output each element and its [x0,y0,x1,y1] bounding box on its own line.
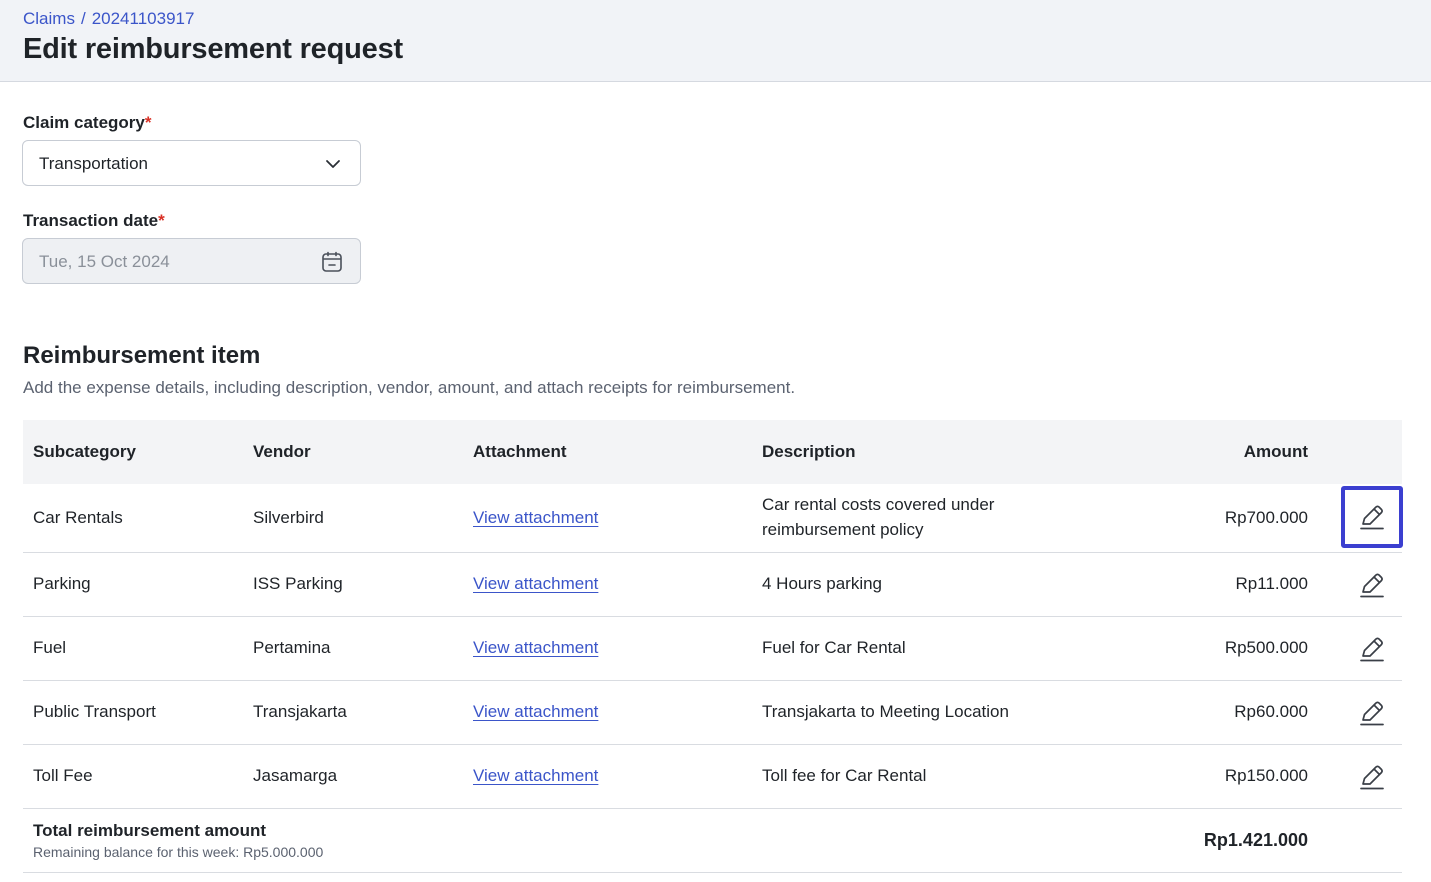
table-row: Fuel Pertamina View attachment Fuel for … [23,617,1402,681]
table-header: Subcategory Vendor Attachment Descriptio… [23,420,1402,484]
column-amount: Amount [1243,442,1308,461]
view-attachment-link[interactable]: View attachment [473,508,598,528]
chevron-down-icon [326,160,340,168]
row-description-line-1: Car rental costs covered under [762,495,995,514]
row-subcategory: Toll Fee [33,766,93,785]
section-description: Add the expense details, including descr… [23,378,796,397]
row-vendor: ISS Parking [253,574,343,593]
row-subcategory: Car Rentals [33,508,123,527]
view-attachment-link[interactable]: View attachment [473,638,598,658]
page-title: Edit reimbursement request [23,33,403,65]
row-description: 4 Hours parking [762,574,883,593]
breadcrumb-separator: / [80,9,86,28]
claim-category-select[interactable]: Transportation [22,140,361,186]
row-vendor: Transjakarta [253,702,347,721]
pencil-icon [1360,637,1384,662]
reimbursement-table: Subcategory Vendor Attachment Descriptio… [23,420,1403,873]
transaction-date-field[interactable]: Tue, 15 Oct 2024 [22,238,361,284]
edit-item-button[interactable] [1341,618,1403,680]
claim-category-value: Transportation [39,154,148,173]
row-amount: Rp500.000 [1224,638,1308,657]
claim-category-label: Claim category* [23,113,152,133]
edit-item-button[interactable] [1341,554,1403,616]
row-amount: Rp700.000 [1224,508,1308,527]
row-vendor: Jasamarga [253,766,338,785]
total-label: Total reimbursement amount [33,821,266,840]
claim-category-label-text: Claim category [23,113,145,132]
table-row: Car Rentals Silverbird View attachment C… [23,484,1403,553]
column-subcategory: Subcategory [33,442,136,461]
breadcrumb-claims-link[interactable]: Claims [23,9,75,28]
required-asterisk: * [144,113,152,132]
edit-item-button[interactable] [1341,746,1403,808]
row-description: Fuel for Car Rental [762,638,906,657]
pencil-icon [1360,701,1384,726]
view-attachment-link[interactable]: View attachment [473,702,598,722]
calendar-icon[interactable] [320,250,344,274]
pencil-icon [1360,573,1384,598]
row-amount: Rp60.000 [1234,702,1308,721]
pencil-icon [1360,765,1384,790]
total-row: Total reimbursement amount Remaining bal… [23,809,1402,873]
view-attachment-link[interactable]: View attachment [473,766,598,786]
table-row: Public Transport Transjakarta View attac… [23,681,1402,745]
breadcrumb: Claims / 20241103917 [23,9,194,29]
required-asterisk: * [158,211,165,230]
row-amount: Rp11.000 [1235,574,1308,593]
remaining-balance: Remaining balance for this week: Rp5.000… [33,844,324,860]
total-amount: Rp1.421.000 [1203,830,1308,850]
breadcrumb-current[interactable]: 20241103917 [92,9,195,28]
row-description-line-2: reimbursement policy [762,520,924,539]
row-amount: Rp150.000 [1224,766,1308,785]
row-vendor: Silverbird [253,508,324,527]
row-vendor: Pertamina [253,638,331,657]
column-attachment: Attachment [473,442,567,461]
row-subcategory: Parking [33,574,91,593]
page-header: Claims / 20241103917 Edit reimbursement re… [0,0,1431,82]
row-subcategory: Public Transport [33,702,156,721]
view-attachment-link[interactable]: View attachment [473,574,598,594]
row-description: Transjakarta to Meeting Location [762,702,1009,721]
table-row: Toll Fee Jasamarga View attachment Toll … [23,745,1402,809]
transaction-date-label-text: Transaction date [23,211,159,230]
column-description: Description [762,442,856,461]
pencil-icon [1360,505,1384,530]
section-title: Reimbursement item [23,342,261,369]
edit-item-button[interactable] [1341,682,1403,744]
transaction-date-value: Tue, 15 Oct 2024 [39,252,170,271]
table-row: Parking ISS Parking View attachment 4 Ho… [23,553,1402,617]
row-description: Toll fee for Car Rental [762,766,927,785]
column-vendor: Vendor [253,442,311,461]
row-subcategory: Fuel [33,638,67,657]
edit-item-button[interactable] [1341,486,1403,548]
transaction-date-label: Transaction date* [23,211,165,231]
